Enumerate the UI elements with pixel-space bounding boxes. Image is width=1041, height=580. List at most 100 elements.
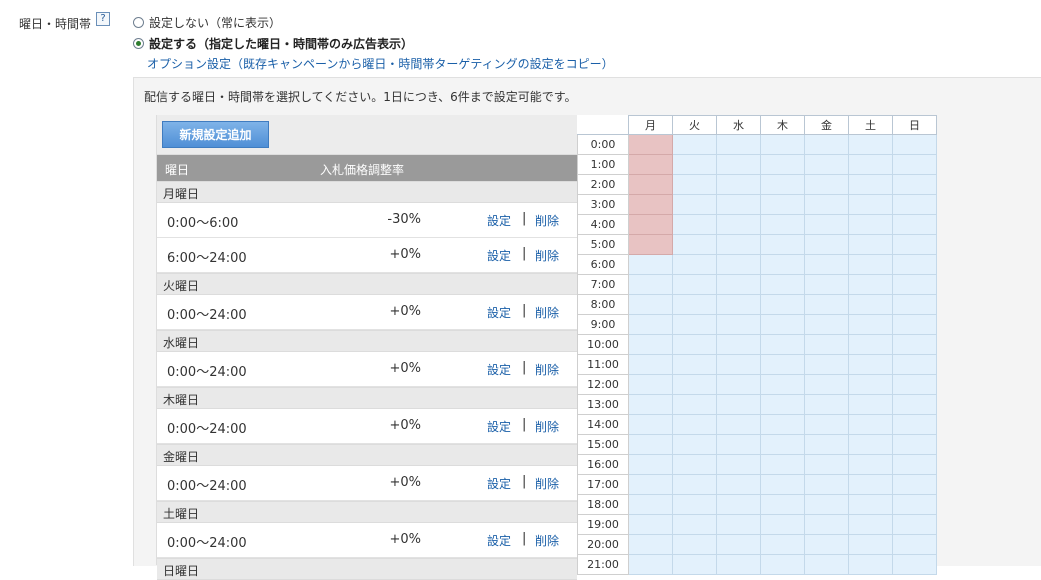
grid-cell[interactable] — [672, 414, 717, 435]
set-link[interactable]: 設定 — [487, 212, 511, 229]
grid-cell[interactable] — [716, 214, 761, 235]
grid-cell[interactable] — [628, 454, 673, 475]
set-link[interactable]: 設定 — [487, 304, 511, 321]
grid-cell-selected[interactable] — [628, 134, 673, 155]
grid-cell[interactable] — [716, 514, 761, 535]
grid-cell[interactable] — [628, 314, 673, 335]
grid-cell[interactable] — [716, 474, 761, 495]
grid-cell[interactable] — [892, 374, 937, 395]
grid-cell[interactable] — [760, 494, 805, 515]
grid-cell[interactable] — [892, 294, 937, 315]
grid-cell[interactable] — [760, 414, 805, 435]
grid-cell[interactable] — [892, 494, 937, 515]
grid-cell[interactable] — [892, 154, 937, 175]
grid-cell[interactable] — [760, 154, 805, 175]
grid-cell[interactable] — [760, 234, 805, 255]
delete-link[interactable]: 削除 — [535, 247, 559, 264]
grid-cell[interactable] — [716, 254, 761, 275]
grid-cell[interactable] — [804, 254, 849, 275]
grid-cell[interactable] — [672, 454, 717, 475]
grid-cell[interactable] — [628, 334, 673, 355]
radio-no-setting[interactable]: 設定しない（常に表示） — [133, 14, 281, 31]
grid-cell[interactable] — [760, 454, 805, 475]
delete-link[interactable]: 削除 — [535, 361, 559, 378]
grid-cell[interactable] — [892, 414, 937, 435]
grid-cell[interactable] — [804, 134, 849, 155]
grid-cell[interactable] — [628, 354, 673, 375]
grid-cell[interactable] — [892, 394, 937, 415]
grid-cell[interactable] — [672, 254, 717, 275]
set-link[interactable]: 設定 — [487, 247, 511, 264]
delete-link[interactable]: 削除 — [535, 532, 559, 549]
grid-cell[interactable] — [892, 354, 937, 375]
grid-cell[interactable] — [628, 414, 673, 435]
grid-cell[interactable] — [760, 134, 805, 155]
set-link[interactable]: 設定 — [487, 361, 511, 378]
grid-cell[interactable] — [716, 394, 761, 415]
grid-cell[interactable] — [760, 194, 805, 215]
grid-cell[interactable] — [716, 174, 761, 195]
grid-cell[interactable] — [804, 394, 849, 415]
grid-cell[interactable] — [760, 514, 805, 535]
grid-cell[interactable] — [892, 234, 937, 255]
delete-link[interactable]: 削除 — [535, 304, 559, 321]
grid-cell[interactable] — [848, 174, 893, 195]
grid-cell[interactable] — [628, 494, 673, 515]
grid-cell[interactable] — [716, 234, 761, 255]
grid-cell[interactable] — [760, 374, 805, 395]
grid-cell[interactable] — [848, 154, 893, 175]
grid-cell[interactable] — [804, 234, 849, 255]
grid-cell[interactable] — [716, 354, 761, 375]
grid-cell[interactable] — [672, 194, 717, 215]
grid-cell[interactable] — [804, 514, 849, 535]
grid-cell[interactable] — [760, 314, 805, 335]
set-link[interactable]: 設定 — [487, 475, 511, 492]
grid-cell[interactable] — [760, 354, 805, 375]
grid-cell[interactable] — [628, 434, 673, 455]
grid-cell[interactable] — [672, 354, 717, 375]
grid-cell[interactable] — [804, 194, 849, 215]
grid-cell[interactable] — [716, 494, 761, 515]
grid-cell[interactable] — [804, 354, 849, 375]
grid-cell[interactable] — [892, 334, 937, 355]
grid-cell[interactable] — [760, 254, 805, 275]
grid-cell[interactable] — [848, 514, 893, 535]
grid-cell[interactable] — [804, 334, 849, 355]
delete-link[interactable]: 削除 — [535, 418, 559, 435]
grid-cell[interactable] — [848, 354, 893, 375]
grid-cell[interactable] — [848, 534, 893, 555]
grid-cell[interactable] — [848, 274, 893, 295]
grid-cell-selected[interactable] — [628, 154, 673, 175]
grid-cell[interactable] — [804, 374, 849, 395]
grid-cell[interactable] — [848, 494, 893, 515]
grid-cell[interactable] — [716, 454, 761, 475]
grid-cell[interactable] — [892, 274, 937, 295]
grid-cell[interactable] — [628, 514, 673, 535]
grid-cell[interactable] — [848, 474, 893, 495]
grid-cell[interactable] — [760, 434, 805, 455]
grid-cell[interactable] — [672, 434, 717, 455]
grid-cell[interactable] — [804, 294, 849, 315]
grid-cell[interactable] — [848, 454, 893, 475]
delete-link[interactable]: 削除 — [535, 475, 559, 492]
grid-cell[interactable] — [760, 534, 805, 555]
grid-cell[interactable] — [672, 514, 717, 535]
grid-cell[interactable] — [804, 434, 849, 455]
grid-cell[interactable] — [716, 534, 761, 555]
grid-cell[interactable] — [892, 174, 937, 195]
grid-cell[interactable] — [892, 474, 937, 495]
grid-cell[interactable] — [760, 174, 805, 195]
grid-cell[interactable] — [672, 474, 717, 495]
grid-cell[interactable] — [672, 154, 717, 175]
radio-unchecked-icon[interactable] — [133, 17, 144, 28]
grid-cell[interactable] — [848, 214, 893, 235]
grid-cell[interactable] — [804, 454, 849, 475]
grid-cell[interactable] — [804, 314, 849, 335]
grid-cell[interactable] — [672, 394, 717, 415]
grid-cell[interactable] — [892, 514, 937, 535]
grid-cell[interactable] — [716, 194, 761, 215]
grid-cell[interactable] — [760, 274, 805, 295]
grid-cell[interactable] — [848, 374, 893, 395]
grid-cell[interactable] — [672, 294, 717, 315]
grid-cell[interactable] — [804, 534, 849, 555]
